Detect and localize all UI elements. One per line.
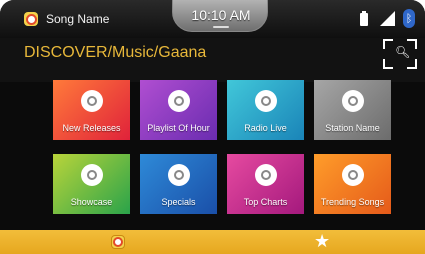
song-name[interactable]: Song Name: [46, 12, 109, 26]
tile-label: Specials: [161, 197, 196, 207]
gaana-logo-icon: [81, 90, 103, 112]
gaana-logo-icon: [168, 90, 190, 112]
status-bar: Song Name 10:10 AM ᛒ: [0, 0, 425, 38]
clock-time: 10:10 AM: [191, 7, 251, 23]
tile-showcase[interactable]: Showcase: [53, 154, 130, 214]
bottom-nav: ★: [0, 230, 425, 254]
search-button[interactable]: 🔍︎: [383, 39, 417, 69]
battery-icon: [360, 11, 368, 26]
tile-label: Playlist Of Hour: [147, 123, 210, 133]
tile-label: Top Charts: [243, 197, 288, 207]
gaana-logo-icon: [342, 90, 364, 112]
tile-label: Radio Live: [244, 123, 287, 133]
search-icon: 🔍︎: [395, 45, 411, 59]
tile-top-charts[interactable]: Top Charts: [227, 154, 304, 214]
pull-down-handle[interactable]: [213, 26, 229, 28]
breadcrumb: DISCOVER/Music/Gaana: [24, 44, 207, 61]
gaana-icon[interactable]: [111, 235, 125, 249]
infotainment-screen: Song Name 10:10 AM ᛒ DISCOVER/Music/Gaan…: [0, 0, 425, 254]
bluetooth-icon: ᛒ: [403, 9, 415, 28]
tile-station-name[interactable]: Station Name: [314, 80, 391, 140]
clock-tab[interactable]: 10:10 AM: [172, 0, 268, 32]
gaana-logo-icon: [342, 164, 364, 186]
gaana-logo-icon: [81, 164, 103, 186]
gaana-logo-icon: [168, 164, 190, 186]
star-icon[interactable]: ★: [314, 231, 330, 251]
tile-radio-live[interactable]: Radio Live: [227, 80, 304, 140]
tile-specials[interactable]: Specials: [140, 154, 217, 214]
tile-label: New Releases: [62, 123, 121, 133]
gaana-logo-icon: [255, 164, 277, 186]
tile-label: Station Name: [325, 123, 380, 133]
tile-new-releases[interactable]: New Releases: [53, 80, 130, 140]
gaana-app-icon[interactable]: [24, 12, 38, 26]
signal-icon: [380, 11, 395, 26]
tile-playlist-of-hour[interactable]: Playlist Of Hour: [140, 80, 217, 140]
tile-label: Showcase: [70, 197, 113, 207]
gaana-logo-icon: [255, 90, 277, 112]
header: DISCOVER/Music/Gaana 🔍︎: [0, 38, 425, 82]
tile-trending-songs[interactable]: Trending Songs: [314, 154, 391, 214]
tile-label: Trending Songs: [320, 197, 385, 207]
